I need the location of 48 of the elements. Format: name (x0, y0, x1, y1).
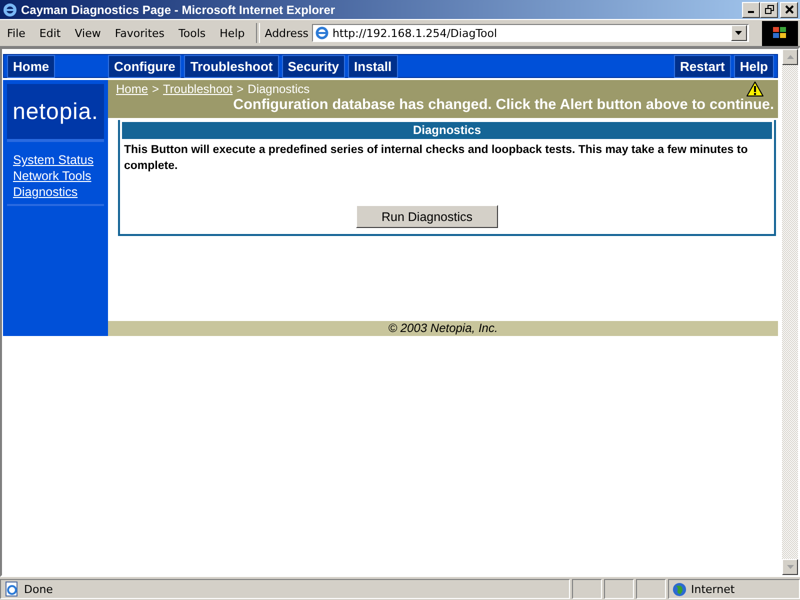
nav-tab[interactable]: Home (7, 54, 55, 78)
status-pane (636, 579, 666, 599)
minimize-button[interactable] (742, 2, 760, 18)
nav-tab[interactable]: Install (348, 54, 398, 78)
status-pane (604, 579, 634, 599)
nav-tab[interactable]: Restart (674, 54, 731, 78)
restore-icon (764, 5, 774, 14)
breadcrumb-separator: > (236, 82, 244, 96)
breadcrumb-separator: > (152, 82, 160, 96)
menu-item[interactable]: Help (212, 26, 252, 40)
address-field[interactable]: http://192.168.1.254/DiagTool (332, 26, 727, 40)
address-bar[interactable]: http://192.168.1.254/DiagTool (312, 24, 749, 42)
window-title: Cayman Diagnostics Page - Microsoft Internet Explorer (21, 2, 336, 16)
close-icon (784, 5, 794, 14)
menu-item[interactable]: Tools (172, 26, 213, 40)
sidebar-link[interactable]: System Status (13, 152, 100, 168)
copyright-footer: © 2003 Netopia, Inc. (108, 321, 778, 336)
nav-tab[interactable]: Configure (108, 54, 182, 78)
caret-icon (735, 31, 742, 35)
run-diagnostics-button[interactable]: Run Diagnostics (356, 205, 498, 228)
brand-logo: netopia. (7, 84, 104, 142)
warning-icon[interactable] (746, 81, 764, 97)
windows-logo-icon (762, 20, 798, 46)
status-text: Done (24, 582, 53, 596)
nav-tab[interactable]: Help (734, 54, 774, 78)
page-icon (314, 26, 329, 40)
menu-item[interactable]: View (68, 26, 108, 40)
nav-tab[interactable]: Security (282, 54, 346, 78)
nav-tab[interactable]: Troubleshoot (184, 54, 279, 78)
panel-title: Diagnostics (122, 122, 772, 139)
menu-item[interactable]: Favorites (108, 26, 172, 40)
sidebar-link[interactable]: Network Tools (13, 168, 100, 184)
security-zone: Internet (691, 582, 735, 596)
restore-button[interactable] (760, 2, 778, 18)
menu-item[interactable]: File (0, 26, 32, 40)
dropdown-button[interactable] (730, 25, 747, 41)
panel-description: This Button will execute a predefined series of internal checks and loopback tests. This may take a few minutes to complete. (124, 143, 749, 174)
status-pane (572, 579, 602, 599)
minimize-icon (748, 11, 754, 13)
menu-item[interactable]: Edit (32, 26, 68, 40)
sidebar-link[interactable]: Diagnostics (13, 184, 100, 200)
address-label: Address (264, 26, 309, 40)
alert-message: Configuration database has changed. Click the Alert button above to continue. (232, 97, 774, 113)
globe-icon (672, 582, 687, 596)
browser-icon (3, 2, 17, 16)
close-button[interactable] (780, 2, 798, 18)
breadcrumb-current: Diagnostics (248, 82, 310, 96)
page-icon (4, 581, 20, 597)
